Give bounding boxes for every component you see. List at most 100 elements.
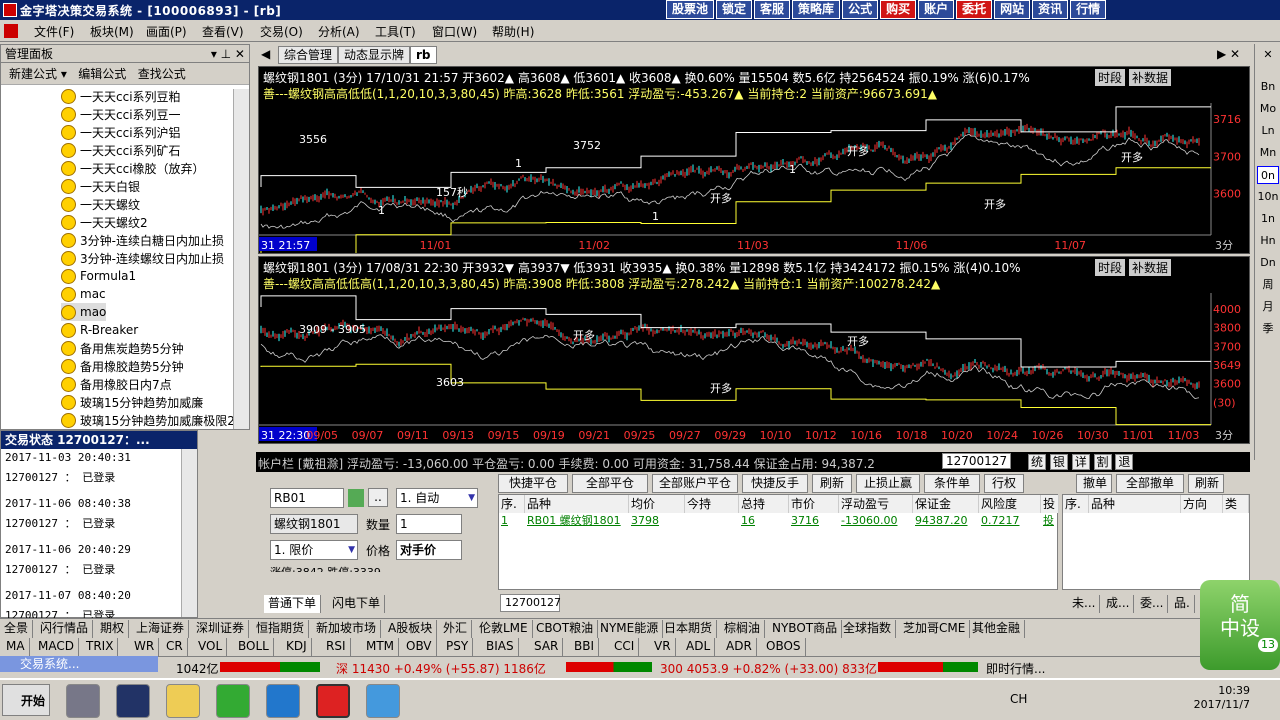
start-button[interactable]: 开始 (2, 684, 50, 716)
position-column-header[interactable]: 均价 (629, 495, 685, 513)
order-column-header[interactable]: 序. (1063, 495, 1089, 513)
toolbar-button[interactable]: 资讯 (1032, 0, 1069, 19)
tab-dynamic-board[interactable]: 动态显示牌 (338, 46, 411, 64)
period-button[interactable]: 0n (1257, 166, 1279, 184)
position-cell[interactable]: 1 (499, 513, 525, 529)
position-cell[interactable]: 16 (739, 513, 789, 529)
find-formula-button[interactable]: 查找公式 (138, 67, 186, 81)
toolbar-button[interactable]: 客服 (754, 0, 791, 19)
panel-close-icon[interactable]: ▾ ⊥ ✕ (211, 45, 245, 63)
position-column-header[interactable]: 品种 (525, 495, 629, 513)
formula-tree-item[interactable]: Formula1 (61, 267, 136, 285)
formula-tree-item[interactable]: 3分钟-连续螺纹日内加止损 (61, 249, 224, 267)
remote-desktop-icon[interactable] (366, 684, 400, 718)
position-column-header[interactable]: 今持 (685, 495, 739, 513)
position-action-button[interactable]: 快捷反手 (742, 474, 808, 493)
position-action-button[interactable]: 全部平仓 (572, 474, 648, 493)
account-tab[interactable]: 12700127 (500, 594, 561, 612)
contract-code-input[interactable]: RB01 (270, 488, 344, 508)
menu-app-icon[interactable] (4, 24, 18, 38)
formula-tree-item[interactable]: 一天天cci系列矿石 (61, 141, 181, 159)
ime-widget[interactable]: 简 中设 13 (1200, 580, 1280, 670)
edit-formula-button[interactable]: 编辑公式 (78, 67, 126, 81)
market-tab[interactable]: NYBOT商品 (768, 620, 843, 638)
position-column-header[interactable]: 总持 (739, 495, 789, 513)
formula-tree-item[interactable]: 一天天cci系列豆一 (61, 105, 181, 123)
minimized-window[interactable]: 交易系统... (0, 656, 158, 672)
position-action-button[interactable]: 行权 (984, 474, 1024, 493)
position-column-header[interactable]: 保证金 (913, 495, 979, 513)
position-column-header[interactable]: 市价 (789, 495, 839, 513)
period-button[interactable]: 月 (1257, 298, 1279, 316)
indicator-tab[interactable]: MTM (362, 638, 400, 656)
indicator-tab[interactable]: SAR (530, 638, 564, 656)
order-column-header[interactable]: 方向 (1181, 495, 1223, 513)
toolbar-button[interactable]: 锁定 (716, 0, 753, 19)
formula-tree-item[interactable]: 一天天cci系列沪铝 (61, 123, 181, 141)
period-button[interactable]: Hn (1257, 232, 1279, 250)
formula-tree-item[interactable]: 一天天cci系列豆粕 (61, 87, 181, 105)
period-button[interactable]: 10n (1257, 188, 1279, 206)
formula-tree-item[interactable]: 3分钟-连续白糖日内加止损 (61, 231, 224, 249)
market-tab[interactable]: 棕榈油 (720, 620, 766, 638)
market-tab[interactable]: CBOT粮油 (532, 620, 599, 638)
menu-view[interactable]: 查看(V) (202, 23, 244, 40)
period-close-icon[interactable]: ✕ (1257, 46, 1279, 64)
browse-button[interactable]: .. (368, 488, 388, 507)
position-cell[interactable]: -13060.00 (839, 513, 913, 529)
indicator-tab[interactable]: ADL (682, 638, 716, 656)
formula-tree-item[interactable]: 备用焦炭趋势5分钟 (61, 339, 184, 357)
position-cell[interactable] (685, 513, 739, 529)
formula-tree-item[interactable]: 玻璃15分钟趋势加威廉极限2 (61, 411, 235, 429)
toolbar-button[interactable]: 策略库 (792, 0, 841, 19)
toolbar-button[interactable]: 公式 (842, 0, 879, 19)
market-tab[interactable]: 深圳证券 (192, 620, 250, 638)
menu-help[interactable]: 帮助(H) (492, 23, 534, 40)
price-type-select[interactable]: 1. 限价 (270, 540, 358, 560)
tab-normal-order[interactable]: 普通下单 (264, 595, 322, 613)
order-action-button[interactable]: 全部撤单 (1116, 474, 1184, 493)
period-button[interactable]: Mo (1257, 100, 1279, 118)
mini-button[interactable]: 退 (1115, 454, 1134, 470)
toolbar-button[interactable]: 网站 (994, 0, 1031, 19)
indicator-tab[interactable]: CCI (610, 638, 640, 656)
realtime-quote-button[interactable]: 即时行情... (986, 660, 1045, 677)
panel-scrollbar[interactable] (233, 89, 249, 429)
formula-tree-item[interactable]: 一天天螺纹2 (61, 213, 148, 231)
menu-file[interactable]: 文件(F) (34, 23, 74, 40)
cloud-icon[interactable] (266, 684, 300, 718)
formula-tree-item[interactable]: 一天天白银 (61, 177, 140, 195)
indicator-tab[interactable]: VR (650, 638, 676, 656)
order-column-header[interactable]: 品种 (1089, 495, 1181, 513)
folder-icon[interactable] (166, 684, 200, 718)
market-tab[interactable]: 其他金融 (968, 620, 1026, 638)
position-cell[interactable]: 0.7217 (979, 513, 1041, 529)
formula-tree-item[interactable]: 一天天cci橡胶（放弃） (61, 159, 205, 177)
indicator-tab[interactable]: OBOS (762, 638, 806, 656)
market-tab[interactable]: 新加坡市场 (312, 620, 382, 638)
period-button[interactable]: Bn (1257, 78, 1279, 96)
order-action-button[interactable]: 刷新 (1188, 474, 1224, 493)
period-button[interactable]: Mn (1257, 144, 1279, 162)
position-cell[interactable]: 3798 (629, 513, 685, 529)
tab-prev-icon[interactable]: ◀ (256, 46, 276, 64)
price-input[interactable]: 对手价 (396, 540, 462, 560)
position-action-button[interactable]: 止损止赢 (856, 474, 920, 493)
period-button[interactable]: 周 (1257, 276, 1279, 294)
toolbar-button[interactable]: 股票池 (666, 0, 715, 19)
indicator-tab[interactable]: WR (130, 638, 160, 656)
position-cell[interactable]: 投 (1041, 513, 1059, 529)
mode-select[interactable]: 1. 自动 (396, 488, 478, 508)
powershell-icon[interactable] (116, 684, 150, 718)
market-tab[interactable]: 伦敦LME (475, 620, 533, 638)
period-button[interactable]: Dn (1257, 254, 1279, 272)
buy-button[interactable]: 购买 (880, 0, 917, 19)
position-action-button[interactable]: 条件单 (924, 474, 980, 493)
computer-icon[interactable] (66, 684, 100, 718)
period-button[interactable]: Ln (1257, 122, 1279, 140)
lock-icon[interactable] (348, 489, 364, 507)
order-column-header[interactable]: 类 (1223, 495, 1249, 513)
toolbar-button[interactable]: 账户 (918, 0, 955, 19)
indicator-tab[interactable]: OBV (402, 638, 437, 656)
market-tab[interactable]: NYME能源 (596, 620, 664, 638)
